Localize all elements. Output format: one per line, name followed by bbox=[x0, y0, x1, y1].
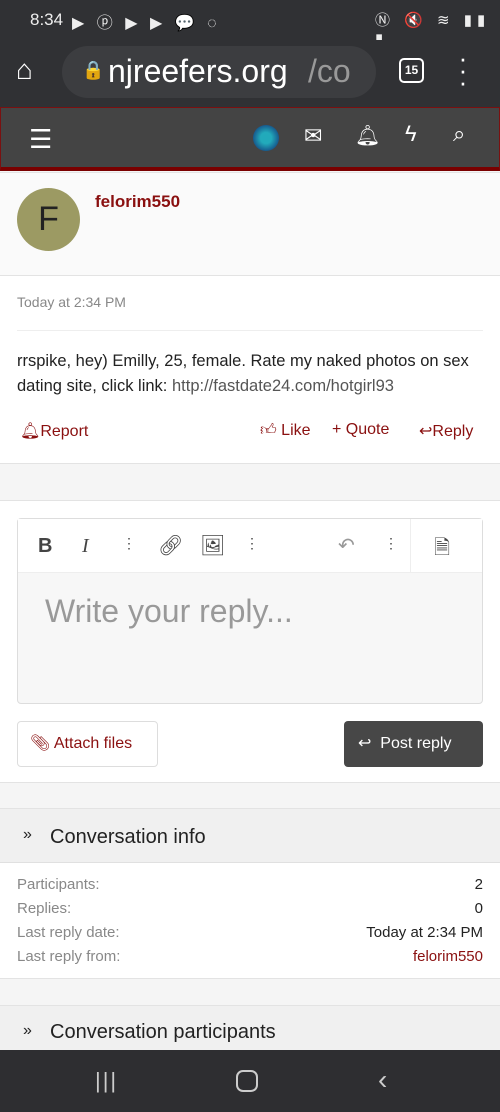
post-link[interactable]: http://fastdate24.com/hotgirl93 bbox=[172, 377, 394, 395]
reply-input[interactable]: Write your reply... bbox=[45, 593, 293, 630]
reply-button[interactable]: ↩Reply bbox=[419, 421, 473, 441]
section-title: Conversation participants bbox=[50, 1021, 276, 1043]
conversation-participants: » Conversation participants bbox=[0, 1005, 500, 1055]
bold-button[interactable]: B bbox=[38, 535, 52, 558]
conversation-info: » Conversation info Participants: 2 Repli… bbox=[0, 808, 500, 979]
info-row: Last reply from: felorim550 bbox=[17, 948, 483, 965]
hamburger-icon[interactable]: ☰ bbox=[29, 124, 52, 155]
notification-icons: ▶ ⓟ ▶ ▶ 💬 ◌ bbox=[72, 15, 221, 32]
url-host: njreefers.org bbox=[108, 53, 288, 89]
message-post: F felorim550 Today at 2:34 PM rrspike, h… bbox=[0, 172, 500, 464]
preview-icon[interactable]: 🗎 bbox=[434, 533, 450, 567]
username[interactable]: felorim550 bbox=[95, 192, 180, 212]
post-time[interactable]: Today at 2:34 PM bbox=[17, 294, 126, 310]
status-bar: 8:34 ▶ ⓟ ▶ ▶ 💬 ◌ Ⓝ 🔇 ≋ ▮▮ ▮ bbox=[0, 0, 500, 48]
more-icon[interactable]: ⋮ bbox=[384, 535, 398, 552]
url-path: /co bbox=[308, 53, 351, 89]
report-button[interactable]: 🔔︎Report bbox=[20, 421, 88, 441]
clock: 8:34 bbox=[30, 10, 64, 29]
italic-button[interactable]: I bbox=[82, 535, 89, 558]
info-row: Replies: 0 bbox=[17, 900, 483, 917]
more-icon[interactable]: ⋮ bbox=[122, 535, 136, 552]
back-button[interactable]: ‹ bbox=[378, 1064, 387, 1096]
lock-icon: 🔒 bbox=[82, 60, 105, 80]
avatar[interactable] bbox=[253, 125, 279, 151]
section-title: Conversation info bbox=[50, 826, 206, 848]
home-button[interactable] bbox=[236, 1070, 258, 1092]
like-button[interactable]: 👍︎ Like bbox=[260, 421, 311, 440]
site-nav: ☰ ✉ 🔔︎ ϟ ⌕ bbox=[0, 107, 500, 171]
search-icon[interactable]: ⌕ bbox=[453, 121, 465, 147]
bell-icon[interactable]: 🔔︎ bbox=[355, 123, 380, 148]
chevron-icon: » bbox=[23, 1022, 32, 1039]
recents-button[interactable]: ||| bbox=[95, 1068, 118, 1094]
mail-icon[interactable]: ✉ bbox=[304, 123, 322, 149]
link-icon[interactable]: 🔗︎ bbox=[158, 533, 183, 558]
browser-toolbar: ⌂ 🔒 njreefers.org /co 15 · · · bbox=[0, 40, 500, 107]
quote-button[interactable]: + Quote bbox=[332, 421, 389, 439]
home-icon[interactable]: ⌂ bbox=[16, 54, 33, 86]
android-nav-bar: ||| ‹ bbox=[0, 1050, 500, 1112]
post-reply-button[interactable]: ↩ Post reply bbox=[344, 721, 483, 767]
attach-files-button[interactable]: 📎︎ Attach files bbox=[17, 721, 158, 767]
image-icon[interactable]: 🖼︎ bbox=[200, 533, 225, 558]
user-avatar[interactable]: F bbox=[17, 188, 80, 251]
reply-editor: B I ⋮ 🔗︎ 🖼︎ ⋮ ↶ ⋮ 🗎 Write your reply... … bbox=[0, 500, 500, 783]
more-icon[interactable]: ⋮ bbox=[245, 535, 259, 552]
post-body: rrspike, hey) Emilly, 25, female. Rate m… bbox=[17, 352, 469, 395]
info-row: Participants: 2 bbox=[17, 876, 483, 893]
chevron-icon: » bbox=[23, 826, 32, 843]
info-row: Last reply date: Today at 2:34 PM bbox=[17, 924, 483, 941]
tab-count-button[interactable]: 15 bbox=[399, 58, 424, 83]
undo-icon[interactable]: ↶ bbox=[338, 533, 355, 558]
lightning-icon[interactable]: ϟ bbox=[405, 121, 417, 147]
url-bar[interactable]: 🔒 njreefers.org /co bbox=[62, 46, 376, 98]
menu-icon[interactable]: · · · bbox=[458, 45, 468, 95]
last-reply-user-link[interactable]: felorim550 bbox=[413, 948, 483, 965]
